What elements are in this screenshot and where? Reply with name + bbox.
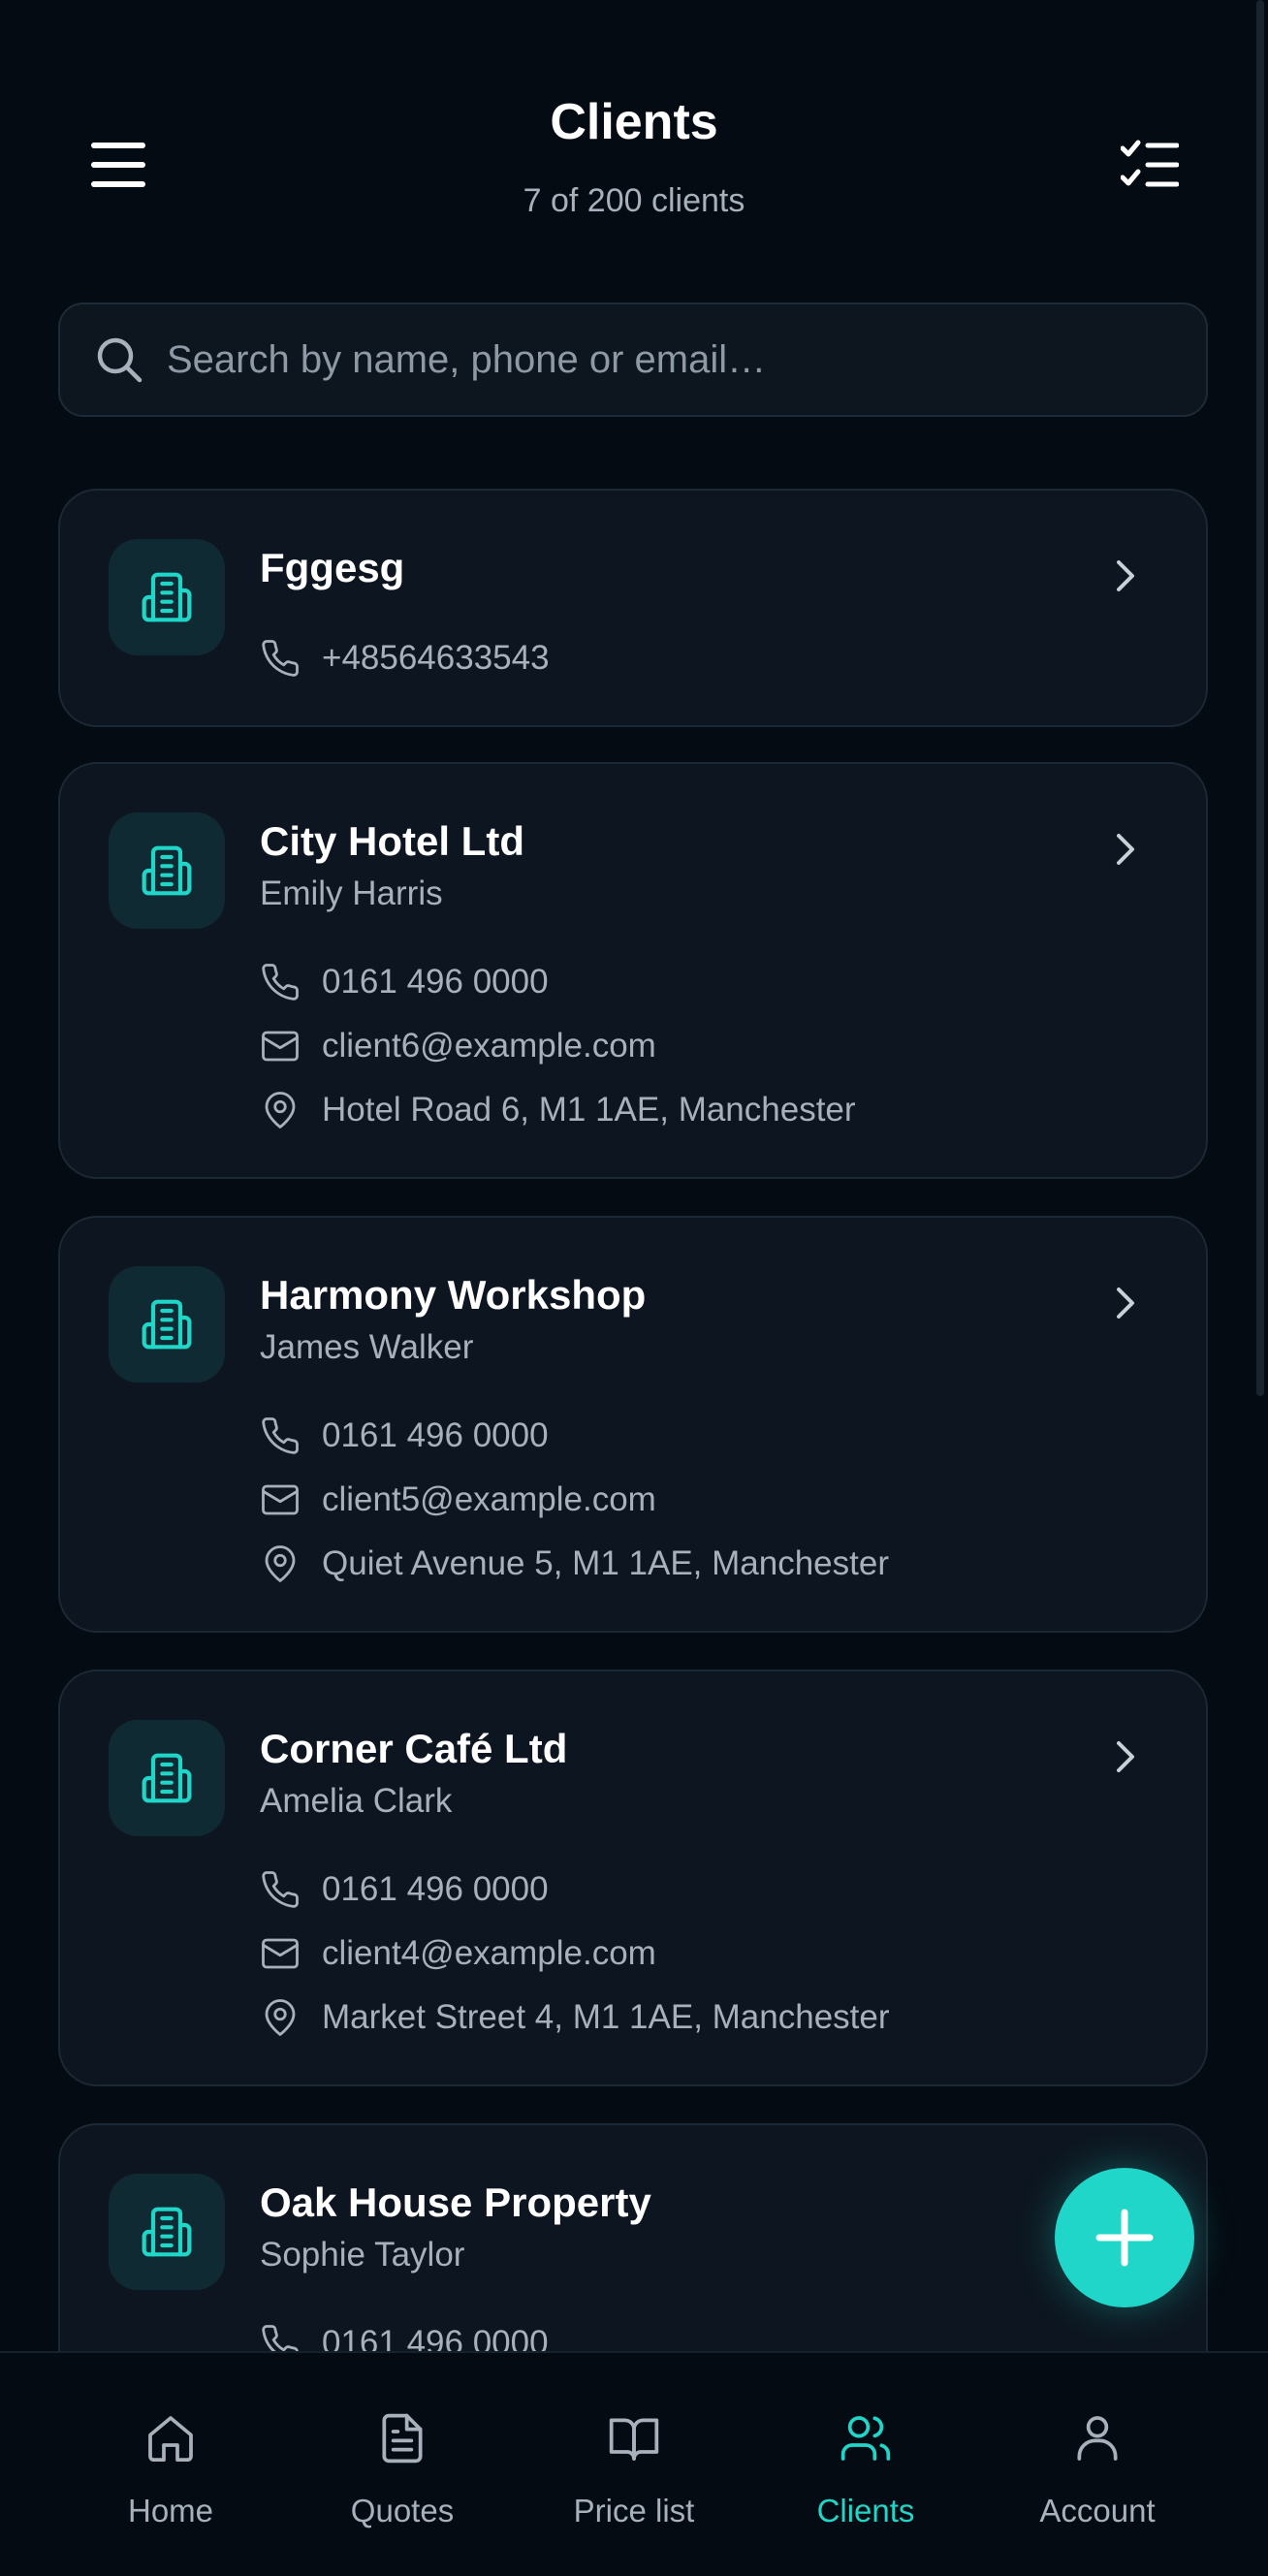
add-client-button[interactable] <box>1055 2168 1194 2307</box>
tab-account[interactable]: Account <box>991 2353 1204 2576</box>
chevron-right-icon[interactable] <box>1103 1735 1146 1778</box>
client-address: Market Street 4, M1 1AE, Manchester <box>322 1998 890 2036</box>
client-email-row: client4@example.com <box>260 1929 656 1978</box>
client-phone-row: 0161 496 0000 <box>260 1412 549 1460</box>
client-phone-row: 0161 496 0000 <box>260 2319 549 2351</box>
bottom-tab-bar: Home Quotes Price list Clients Account <box>0 2351 1268 2576</box>
mail-icon <box>262 1031 299 1062</box>
map-pin-icon <box>265 1092 296 1129</box>
client-card[interactable]: Oak House Property Sophie Taylor 0161 49… <box>58 2123 1208 2351</box>
tab-price-list[interactable]: Price list <box>527 2353 741 2576</box>
phone-icon <box>262 1417 299 1454</box>
mail-icon <box>262 1938 299 1969</box>
client-avatar <box>109 539 225 655</box>
building-icon <box>142 2207 192 2257</box>
client-phone-row: 0161 496 0000 <box>260 958 549 1006</box>
client-card[interactable]: Fggesg +48564633543 <box>58 489 1208 727</box>
search-input[interactable] <box>165 336 1177 383</box>
client-card[interactable]: Harmony Workshop James Walker 0161 496 0… <box>58 1216 1208 1633</box>
client-name: Corner Café Ltd <box>260 1726 568 1771</box>
client-address-row: Market Street 4, M1 1AE, Manchester <box>260 1993 890 2042</box>
tab-quotes[interactable]: Quotes <box>296 2353 509 2576</box>
phone-icon <box>262 640 299 677</box>
client-card[interactable]: City Hotel Ltd Emily Harris 0161 496 000… <box>58 762 1208 1179</box>
client-name: Harmony Workshop <box>260 1272 647 1318</box>
scrollbar[interactable] <box>1256 0 1264 1396</box>
building-icon <box>142 845 192 896</box>
client-list: Fggesg +48564633543 City Hotel Ltd Emily… <box>0 0 1268 2351</box>
client-phone[interactable]: 0161 496 0000 <box>322 1870 549 1909</box>
client-name: Fggesg <box>260 545 405 590</box>
chevron-right-icon[interactable] <box>1103 828 1146 871</box>
phone-icon <box>262 2325 299 2351</box>
search-icon <box>97 337 143 383</box>
map-pin-icon <box>265 1999 296 2036</box>
client-email[interactable]: client5@example.com <box>322 1480 656 1519</box>
tab-label: Quotes <box>350 2493 455 2528</box>
tab-clients[interactable]: Clients <box>759 2353 972 2576</box>
client-phone[interactable]: 0161 496 0000 <box>322 2324 549 2351</box>
client-email[interactable]: client6@example.com <box>322 1027 656 1065</box>
users-icon <box>840 2416 891 2461</box>
home-icon <box>148 2416 193 2463</box>
book-icon <box>609 2418 659 2461</box>
client-phone-row: 0161 496 0000 <box>260 1865 549 1914</box>
client-avatar <box>109 812 225 929</box>
map-pin-icon <box>265 1545 296 1582</box>
client-contact-person: Amelia Clark <box>260 1782 453 1820</box>
client-address-row: Quiet Avenue 5, M1 1AE, Manchester <box>260 1540 889 1588</box>
building-icon <box>142 572 192 622</box>
client-email[interactable]: client4@example.com <box>322 1934 656 1973</box>
document-icon <box>382 2413 423 2464</box>
tab-label: Account <box>1039 2493 1156 2528</box>
mail-icon <box>262 1484 299 1515</box>
chevron-right-icon[interactable] <box>1103 555 1146 597</box>
search-bar <box>58 302 1208 417</box>
client-contact-person: James Walker <box>260 1328 474 1366</box>
client-name: Oak House Property <box>260 2179 651 2225</box>
client-email-row: client6@example.com <box>260 1022 656 1070</box>
phone-icon <box>262 964 299 1001</box>
tab-label: Price list <box>573 2493 695 2528</box>
client-phone[interactable]: 0161 496 0000 <box>322 963 549 1002</box>
tab-label: Home <box>127 2493 214 2528</box>
client-contact-person: Sophie Taylor <box>260 2236 465 2274</box>
client-avatar <box>109 1720 225 1836</box>
phone-icon <box>262 1871 299 1908</box>
plus-icon <box>1095 2209 1154 2267</box>
chevron-right-icon[interactable] <box>1103 1282 1146 1324</box>
client-phone[interactable]: 0161 496 0000 <box>322 1416 549 1455</box>
tab-home[interactable]: Home <box>64 2353 277 2576</box>
client-avatar <box>109 1266 225 1383</box>
client-address-row: Hotel Road 6, M1 1AE, Manchester <box>260 1086 856 1134</box>
building-icon <box>142 1299 192 1350</box>
client-contact-person: Emily Harris <box>260 875 443 912</box>
user-icon <box>1077 2416 1118 2461</box>
client-avatar <box>109 2174 225 2290</box>
tab-label: Clients <box>816 2493 915 2528</box>
client-name: City Hotel Ltd <box>260 818 524 864</box>
client-address: Quiet Avenue 5, M1 1AE, Manchester <box>322 1544 889 1582</box>
client-card[interactable]: Corner Café Ltd Amelia Clark 0161 496 00… <box>58 1670 1208 2086</box>
client-email-row: client5@example.com <box>260 1476 656 1524</box>
client-phone[interactable]: +48564633543 <box>322 639 550 678</box>
client-phone-row: +48564633543 <box>260 634 550 683</box>
client-address: Hotel Road 6, M1 1AE, Manchester <box>322 1091 856 1129</box>
building-icon <box>142 1753 192 1803</box>
